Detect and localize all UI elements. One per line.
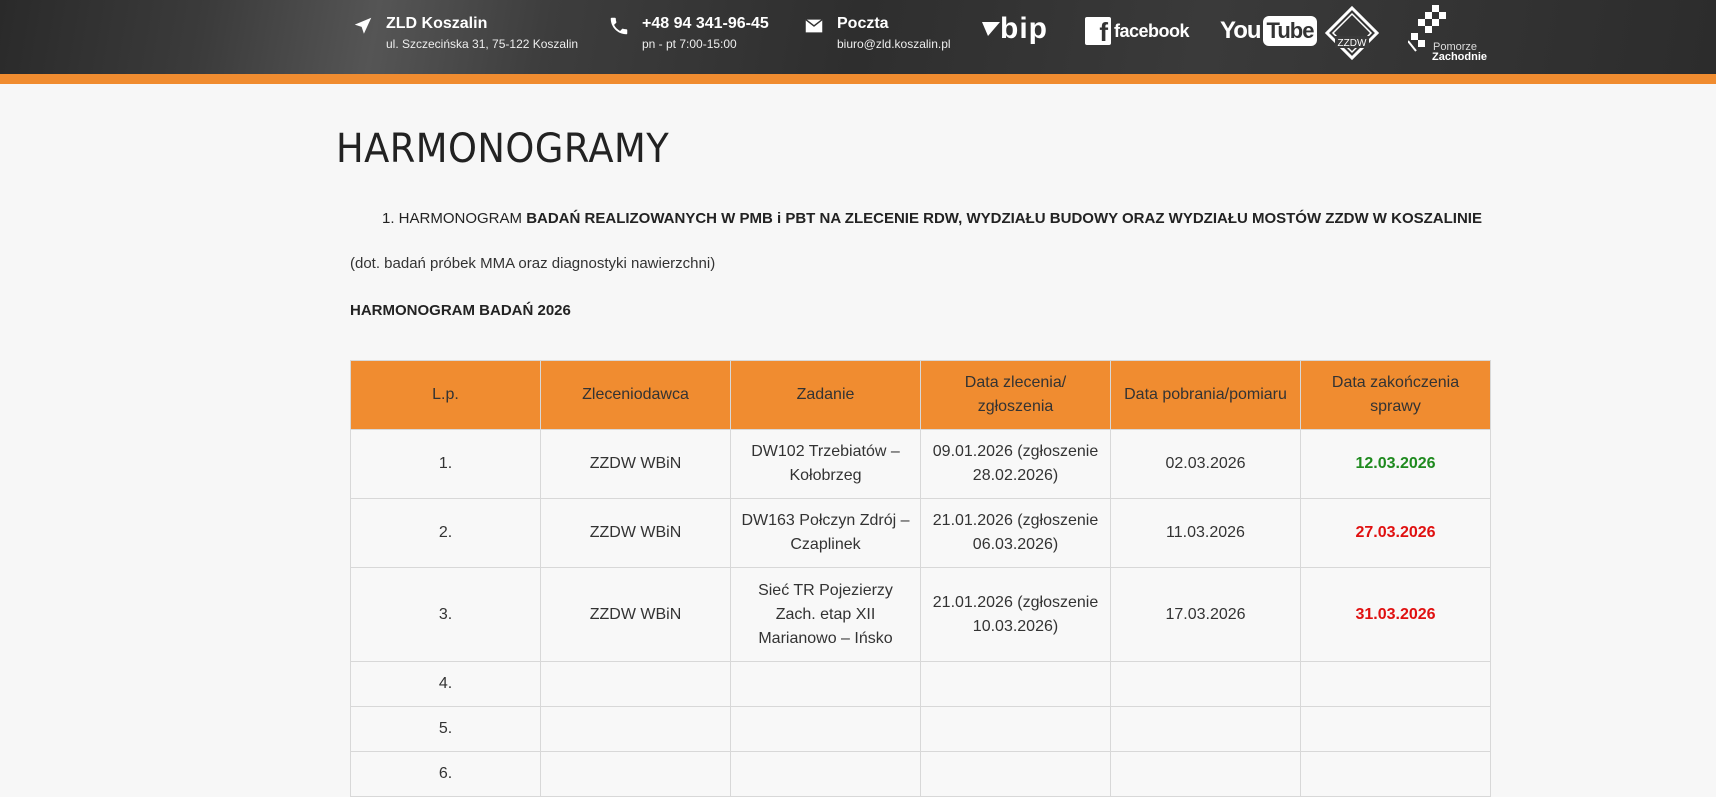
mail-address: biuro@zld.koszalin.pl bbox=[837, 37, 951, 51]
address-contact[interactable]: ZLD Koszalin ul. Szczecińska 31, 75-122 … bbox=[352, 14, 578, 52]
cell-lp: 1. bbox=[350, 429, 541, 499]
zzdw-logo-text: ZZDW bbox=[1338, 38, 1367, 49]
table-row: 4. bbox=[350, 661, 1491, 707]
table-row: 5. bbox=[350, 706, 1491, 752]
bip-logo[interactable]: bip bbox=[982, 14, 1048, 44]
schedule-note: (dot. badań próbek MMA oraz diagnostyki … bbox=[350, 255, 716, 272]
schedule-item: 1. HARMONOGRAM BADAŃ REALIZOWANYCH W PMB… bbox=[382, 210, 1496, 227]
table-row: 2. ZZDW WBiN DW163 Połczyn Zdrój – Czapl… bbox=[350, 498, 1491, 568]
cell-task: Sieć TR Pojezierzy Zach. etap XII Marian… bbox=[730, 567, 921, 662]
phone-contact[interactable]: +48 94 341-96-45 pn - pt 7:00-15:00 bbox=[608, 14, 769, 52]
mail-contact[interactable]: Poczta biuro@zld.koszalin.pl bbox=[803, 14, 951, 52]
cell-lp: 5. bbox=[350, 706, 541, 752]
main-content: HARMONOGRAMY 1. HARMONOGRAM BADAŃ REALIZ… bbox=[336, 84, 1496, 797]
cell-task: DW163 Połczyn Zdrój – Czaplinek bbox=[730, 498, 921, 568]
cell-order-date: 21.01.2026 (zgłoszenie 06.03.2026) bbox=[920, 498, 1111, 568]
zachodnie-text: Zachodnie bbox=[1432, 51, 1488, 63]
cell-task bbox=[730, 706, 921, 752]
phone-number: +48 94 341-96-45 bbox=[642, 15, 769, 32]
cell-completion-date: 12.03.2026 bbox=[1300, 429, 1491, 499]
mail-title: Poczta bbox=[837, 15, 889, 32]
cell-order-date bbox=[920, 751, 1111, 797]
youtube-logo[interactable]: You Tube bbox=[1220, 16, 1318, 46]
cell-order-date: 21.01.2026 (zgłoszenie 10.03.2026) bbox=[920, 567, 1111, 662]
cell-client: ZZDW WBiN bbox=[540, 429, 731, 499]
cell-client: ZZDW WBiN bbox=[540, 567, 731, 662]
youtube-logo-tube: Tube bbox=[1262, 16, 1318, 46]
page-title: HARMONOGRAMY bbox=[336, 126, 670, 172]
facebook-logo[interactable]: f facebook bbox=[1085, 17, 1190, 47]
schedule-table: L.p. Zleceniodawca Zadanie Data zlecenia… bbox=[350, 360, 1491, 797]
cell-lp: 4. bbox=[350, 661, 541, 707]
col-header-order-date: Data zlecenia/ zgłoszenia bbox=[920, 360, 1111, 430]
envelope-icon bbox=[805, 19, 823, 33]
location-arrow-icon bbox=[354, 17, 372, 34]
cell-order-date: 09.01.2026 (zgłoszenie 28.02.2026) bbox=[920, 429, 1111, 499]
top-bar: ZLD Koszalin ul. Szczecińska 31, 75-122 … bbox=[0, 0, 1716, 84]
address-text: ul. Szczecińska 31, 75-122 Koszalin bbox=[386, 37, 579, 51]
cell-sampling-date: 17.03.2026 bbox=[1110, 567, 1301, 662]
cell-lp: 2. bbox=[350, 498, 541, 568]
cell-order-date bbox=[920, 661, 1111, 707]
zzdw-logo[interactable]: ZZDW bbox=[1324, 5, 1380, 65]
cell-completion-date: 31.03.2026 bbox=[1300, 567, 1491, 662]
cell-order-date bbox=[920, 706, 1111, 752]
bip-flag-icon bbox=[982, 22, 1000, 36]
cell-sampling-date: 11.03.2026 bbox=[1110, 498, 1301, 568]
table-row: 6. bbox=[350, 751, 1491, 797]
cell-task bbox=[730, 661, 921, 707]
cell-client: ZZDW WBiN bbox=[540, 498, 731, 568]
cell-completion-date bbox=[1300, 751, 1491, 797]
col-header-completion-date: Data zakończenia sprawy bbox=[1300, 360, 1491, 430]
cell-client bbox=[540, 661, 731, 707]
cell-sampling-date bbox=[1110, 661, 1301, 707]
col-header-sampling-date: Data pobrania/pomiaru bbox=[1110, 360, 1301, 430]
facebook-icon: f bbox=[1085, 17, 1111, 47]
col-header-lp: L.p. bbox=[350, 360, 541, 430]
schedule-subheading: HARMONOGRAM BADAŃ 2026 bbox=[350, 302, 571, 319]
cell-task bbox=[730, 751, 921, 797]
cell-client bbox=[540, 706, 731, 752]
phone-hours: pn - pt 7:00-15:00 bbox=[642, 37, 737, 51]
cell-completion-date bbox=[1300, 706, 1491, 752]
cell-client bbox=[540, 751, 731, 797]
cell-sampling-date bbox=[1110, 706, 1301, 752]
cell-completion-date: 27.03.2026 bbox=[1300, 498, 1491, 568]
cell-sampling-date: 02.03.2026 bbox=[1110, 429, 1301, 499]
address-title: ZLD Koszalin bbox=[386, 15, 488, 32]
col-header-client: Zleceniodawca bbox=[540, 360, 731, 430]
phone-icon bbox=[610, 17, 628, 35]
schedule-item-title: BADAŃ REALIZOWANYCH W PMB i PBT NA ZLECE… bbox=[526, 210, 1482, 227]
table-row: 3. ZZDW WBiN Sieć TR Pojezierzy Zach. et… bbox=[350, 567, 1491, 662]
cell-completion-date bbox=[1300, 661, 1491, 707]
col-header-task: Zadanie bbox=[730, 360, 921, 430]
cell-sampling-date bbox=[1110, 751, 1301, 797]
bip-logo-text: bip bbox=[1000, 12, 1048, 45]
table-row: 1. ZZDW WBiN DW102 Trzebiatów – Kołobrze… bbox=[350, 429, 1491, 499]
table-header-row: L.p. Zleceniodawca Zadanie Data zlecenia… bbox=[350, 360, 1491, 430]
pomorze-zachodnie-logo[interactable]: Pomorze Zachodnie bbox=[1407, 5, 1488, 63]
cell-lp: 6. bbox=[350, 751, 541, 797]
youtube-logo-you: You bbox=[1220, 17, 1262, 44]
zzdw-diamond-icon: ZZDW bbox=[1324, 5, 1380, 61]
facebook-logo-text: facebook bbox=[1114, 20, 1190, 41]
cell-task: DW102 Trzebiatów – Kołobrzeg bbox=[730, 429, 921, 499]
cell-lp: 3. bbox=[350, 567, 541, 662]
schedule-item-prefix: 1. HARMONOGRAM bbox=[382, 210, 527, 227]
